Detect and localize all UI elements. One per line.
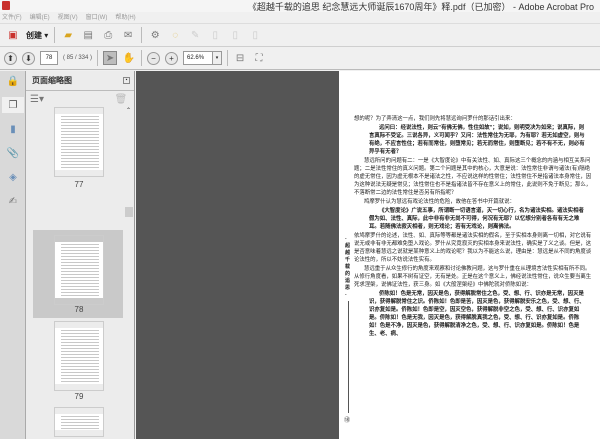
close-panel-icon[interactable]: ▪: [123, 77, 130, 84]
attachments-icon[interactable]: 📎: [5, 145, 21, 161]
export-icon[interactable]: ▯: [228, 28, 242, 42]
thumbnail-scrollbar[interactable]: ⌃: [125, 107, 134, 439]
select-tool-icon[interactable]: ➤: [103, 51, 118, 65]
menu-edit[interactable]: 编辑(E): [30, 12, 50, 22]
settings-gear-icon[interactable]: ⚙: [148, 28, 162, 42]
margin-rule: [348, 301, 349, 413]
panel-title: 页面缩略图: [32, 76, 72, 85]
page-thumbnail-78[interactable]: [54, 235, 104, 305]
menu-help[interactable]: 帮助(H): [115, 12, 135, 22]
fit-page-icon[interactable]: ⊟: [233, 51, 247, 65]
divider: [97, 50, 99, 66]
secure-icon[interactable]: ▯: [248, 28, 262, 42]
page-number-input[interactable]: 78: [40, 51, 58, 65]
quote: 侨陈如！色是无常，因灭是色，获得解脱常住之色，受、想、行、识亦是无常，因灭是识，…: [369, 291, 585, 337]
page-thumbnails-icon[interactable]: ❐: [2, 97, 24, 113]
title-bar: 《超越千载的追思 纪念慧远大师诞辰1670周年》释.pdf（已加密） - Ado…: [0, 0, 600, 12]
quote: 《大智度论》广说五事，所谓断一切语言道，灭一切心行，名为诸法实相。诸法实相者假为…: [369, 208, 584, 230]
thumbnail-label: 78: [74, 305, 84, 314]
previous-page-button[interactable]: ⬆: [4, 51, 17, 65]
zoom-dropdown-icon[interactable]: ▾: [213, 51, 223, 65]
print-icon[interactable]: ⎙: [101, 28, 115, 42]
navigation-pane-strip: 🔒 ❐ ▮ 📎 ◈ ✍: [0, 71, 26, 439]
sign-icon[interactable]: ✎: [188, 28, 202, 42]
document-canvas: [136, 71, 339, 439]
divider: [54, 27, 56, 43]
next-page-button[interactable]: ⬇: [22, 51, 35, 65]
page-number: ⑱: [344, 417, 351, 424]
scrollbar-thumb[interactable]: [125, 207, 133, 217]
menu-window[interactable]: 窗口(W): [86, 12, 108, 22]
page-thumbnail-80[interactable]: [54, 407, 104, 437]
divider: [141, 50, 143, 66]
menu-view[interactable]: 视图(V): [58, 12, 78, 22]
running-header: ·超越千载的追思·: [345, 236, 351, 298]
paragraph: 鸠摩罗什认为慧远有戏论法性的危险，故他在答书中开篇就说：: [364, 199, 515, 205]
quote: 远问曰：经说法性，则云"有佛无佛，性住如故"；说如，则明受决为如来；说真际，则言…: [369, 125, 585, 155]
thumbnail-options-icon[interactable]: ☰▾: [30, 92, 44, 106]
page-thumbnail-77[interactable]: [54, 107, 104, 177]
thumbnail-label: 77: [74, 180, 84, 189]
zoom-input[interactable]: 62.6%: [183, 51, 214, 65]
delete-icon[interactable]: 🗑: [114, 92, 128, 106]
hand-tool-icon[interactable]: ✋: [122, 51, 136, 65]
page-thumbnail-79[interactable]: [54, 321, 104, 391]
save-icon[interactable]: ▤: [81, 28, 95, 42]
page-body: 想的呢？为了弄清这一点，我们则先将慧远询问罗什的那话引出来： 远问曰：经说法性，…: [354, 115, 592, 339]
navigation-toolbar: ⬆ ⬇ 78 ( 85 / 334 ) ➤ ✋ − + 62.6% ▾ ⊟ ⛶: [0, 47, 600, 70]
create-pdf-icon: ▣: [8, 29, 18, 41]
document-icon[interactable]: ▯: [208, 28, 222, 42]
create-button[interactable]: 创建 ▾: [26, 30, 48, 41]
pdf-page: 想的呢？为了弄清这一点，我们则先将慧远询问罗什的那话引出来： 远问曰：经说法性，…: [339, 71, 600, 439]
comment-icon[interactable]: ◌: [168, 28, 182, 42]
bookmarks-icon[interactable]: ▮: [5, 121, 21, 137]
page-count: ( 85 / 334 ): [63, 55, 93, 61]
paragraph: 慧远重于从众生修行的角度来观察和讨论佛教问题，这与罗什重在从理境言法性实相有所不…: [354, 266, 592, 288]
open-folder-icon[interactable]: ▰: [61, 28, 75, 42]
full-screen-icon[interactable]: ⛶: [252, 51, 266, 65]
acrobat-app-icon: [2, 1, 10, 10]
divider: [227, 50, 229, 66]
paragraph: 依鸠摩罗什的论述，法性、如、真际等等都是诸法实相的假名，至于实相本身则离一切相，…: [354, 233, 592, 263]
menu-bar: 文件(F) 编辑(E) 视图(V) 窗口(W) 帮助(H): [0, 12, 600, 22]
layers-icon[interactable]: ◈: [5, 169, 21, 185]
email-icon[interactable]: ✉: [121, 28, 135, 42]
zoom-out-button[interactable]: −: [147, 51, 161, 65]
scroll-up-icon[interactable]: ⌃: [126, 107, 131, 114]
signatures-icon[interactable]: ✍: [5, 193, 21, 209]
divider: [141, 27, 143, 43]
paragraph: 想的呢？为了弄清这一点，我们则先将慧远询问罗什的那话引出来：: [354, 116, 516, 122]
paragraph: 慧远所问的问题有二：一是《大智度论》中有关法性、如、真际这三个概念的内涵与相互关…: [354, 158, 592, 196]
lock-icon: 🔒: [6, 75, 20, 87]
thumbnails-panel: 页面缩略图 ▪ ☰▾ 🗑 77 78 79 ⌃: [26, 71, 135, 439]
zoom-in-button[interactable]: +: [165, 51, 179, 65]
main-toolbar: ▣ 创建 ▾ ▰ ▤ ⎙ ✉ ⚙ ◌ ✎ ▯ ▯ ▯: [0, 23, 600, 47]
menu-file[interactable]: 文件(F): [2, 12, 22, 22]
thumbnail-label: 79: [74, 392, 84, 401]
